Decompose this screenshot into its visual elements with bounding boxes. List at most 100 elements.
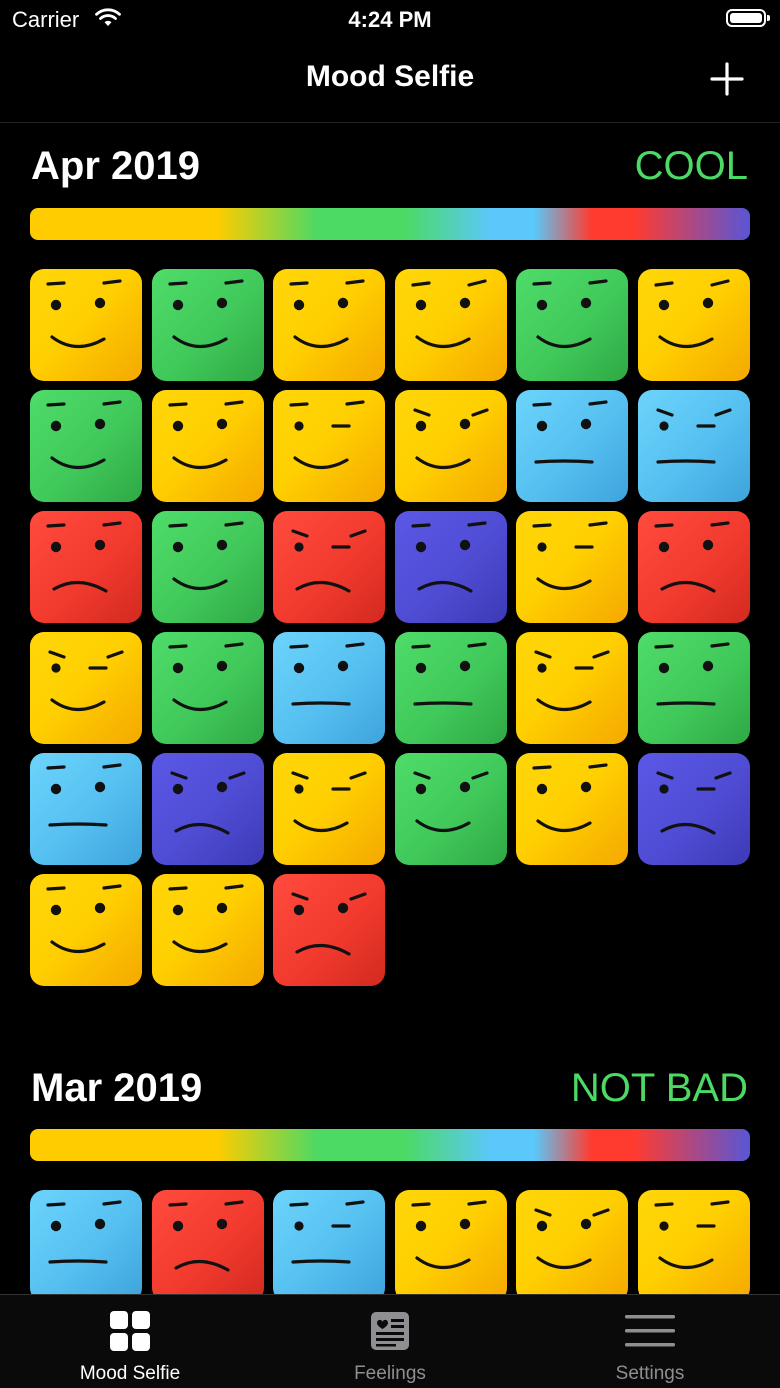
face-flat-icon bbox=[532, 400, 608, 464]
face-smile-icon bbox=[654, 279, 730, 349]
tab-label: Mood Selfie bbox=[79, 1363, 181, 1384]
face-smile-icon bbox=[46, 400, 122, 470]
face-flat-icon bbox=[654, 642, 730, 706]
navigation-bar: Mood Selfie bbox=[0, 40, 780, 123]
tab-settings[interactable]: Settings bbox=[520, 1295, 780, 1388]
mood-face-tile[interactable] bbox=[637, 269, 750, 381]
mood-face-tile[interactable] bbox=[516, 390, 629, 502]
journal-icon bbox=[371, 1312, 409, 1350]
mood-face-tile[interactable] bbox=[516, 269, 629, 381]
face-smile-icon bbox=[654, 1200, 730, 1270]
mood-face-tile[interactable] bbox=[151, 753, 264, 865]
face-smile-icon bbox=[46, 279, 122, 349]
face-frown-icon bbox=[656, 771, 732, 835]
menu-lines-icon bbox=[625, 1315, 675, 1347]
tab-feelings[interactable]: Feelings bbox=[260, 1295, 520, 1388]
face-smile-icon bbox=[411, 1200, 487, 1270]
mood-spectrum-bar bbox=[30, 1129, 750, 1161]
month-mood-label: COOL bbox=[634, 144, 748, 188]
mood-face-tile[interactable] bbox=[394, 753, 507, 865]
face-smile-icon bbox=[167, 400, 244, 470]
mood-face-tile[interactable] bbox=[151, 1190, 264, 1294]
tab-label: Feelings bbox=[354, 1363, 426, 1384]
face-flat-icon bbox=[46, 1200, 122, 1264]
mood-face-tile[interactable] bbox=[637, 753, 750, 865]
face-smile-icon bbox=[532, 521, 608, 591]
mood-face-tile[interactable] bbox=[151, 874, 264, 986]
face-smile-icon bbox=[413, 771, 489, 833]
mood-face-tile[interactable] bbox=[273, 511, 386, 623]
face-grid bbox=[30, 1190, 750, 1294]
mood-face-tile[interactable] bbox=[394, 269, 507, 381]
mood-face-tile[interactable] bbox=[516, 753, 629, 865]
mood-face-tile[interactable] bbox=[394, 632, 507, 744]
face-smile-icon bbox=[167, 521, 244, 591]
mood-face-tile[interactable] bbox=[30, 511, 142, 623]
plus-icon[interactable] bbox=[710, 62, 744, 96]
face-smile-icon bbox=[167, 642, 244, 712]
mood-face-tile[interactable] bbox=[394, 1190, 507, 1294]
face-frown-icon bbox=[654, 521, 730, 593]
month-title: Mar 2019 bbox=[31, 1066, 203, 1110]
face-smile-icon bbox=[411, 279, 487, 349]
face-frown-icon bbox=[291, 529, 367, 593]
mood-face-tile[interactable] bbox=[151, 390, 264, 502]
face-flat-icon bbox=[289, 1200, 365, 1264]
mood-face-tile[interactable] bbox=[151, 511, 264, 623]
face-frown-icon bbox=[167, 1200, 244, 1272]
face-frown-icon bbox=[291, 892, 367, 956]
face-smile-icon bbox=[534, 650, 610, 712]
mood-face-tile[interactable] bbox=[637, 632, 750, 744]
face-smile-icon bbox=[291, 771, 367, 833]
face-grid bbox=[30, 269, 750, 986]
face-flat-icon bbox=[656, 408, 732, 464]
face-smile-icon bbox=[167, 279, 244, 349]
mood-face-tile[interactable] bbox=[273, 390, 386, 502]
tab-mood-selfie[interactable]: Mood Selfie bbox=[0, 1295, 260, 1388]
mood-face-tile[interactable] bbox=[30, 753, 142, 865]
face-smile-icon bbox=[534, 1208, 610, 1270]
face-smile-icon bbox=[289, 279, 365, 349]
status-bar: Carrier 4:24 PM bbox=[0, 0, 780, 40]
face-smile-icon bbox=[532, 279, 608, 349]
mood-face-tile[interactable] bbox=[30, 874, 142, 986]
mood-face-tile[interactable] bbox=[516, 632, 629, 744]
mood-face-tile[interactable] bbox=[637, 390, 750, 502]
mood-face-tile[interactable] bbox=[30, 632, 142, 744]
face-frown-icon bbox=[169, 771, 246, 835]
month-title: Apr 2019 bbox=[31, 144, 200, 188]
face-smile-icon bbox=[46, 884, 122, 954]
mood-face-tile[interactable] bbox=[394, 390, 507, 502]
mood-face-tile[interactable] bbox=[516, 1190, 629, 1294]
mood-face-tile[interactable] bbox=[637, 511, 750, 623]
mood-face-tile[interactable] bbox=[30, 269, 142, 381]
mood-face-tile[interactable] bbox=[273, 269, 386, 381]
mood-face-tile[interactable] bbox=[637, 1190, 750, 1294]
face-flat-icon bbox=[411, 642, 487, 706]
tab-label: Settings bbox=[615, 1363, 685, 1384]
face-flat-icon bbox=[289, 642, 365, 706]
month-list[interactable]: Apr 2019 COOL Mar 2019 NOT BAD bbox=[0, 122, 780, 1294]
page-title: Mood Selfie bbox=[305, 60, 475, 93]
face-smile-icon bbox=[48, 650, 124, 712]
mood-face-tile[interactable] bbox=[516, 511, 629, 623]
face-smile-icon bbox=[289, 400, 365, 470]
mood-face-tile[interactable] bbox=[30, 1190, 142, 1294]
tab-bar: Mood Selfie Feelings Settings bbox=[0, 1294, 780, 1388]
mood-face-tile[interactable] bbox=[273, 874, 386, 986]
face-flat-icon bbox=[46, 763, 122, 827]
face-smile-icon bbox=[532, 763, 608, 833]
mood-spectrum-bar bbox=[30, 208, 750, 240]
battery-icon bbox=[726, 9, 770, 27]
mood-face-tile[interactable] bbox=[394, 511, 507, 623]
mood-face-tile[interactable] bbox=[30, 390, 142, 502]
mood-face-tile[interactable] bbox=[273, 632, 386, 744]
mood-face-tile[interactable] bbox=[151, 269, 264, 381]
face-frown-icon bbox=[411, 521, 487, 593]
mood-face-tile[interactable] bbox=[273, 753, 386, 865]
clock: 4:24 PM bbox=[348, 7, 432, 32]
mood-face-tile[interactable] bbox=[151, 632, 264, 744]
mood-face-tile[interactable] bbox=[273, 1190, 386, 1294]
grid-icon bbox=[110, 1311, 150, 1351]
face-frown-icon bbox=[46, 521, 122, 593]
